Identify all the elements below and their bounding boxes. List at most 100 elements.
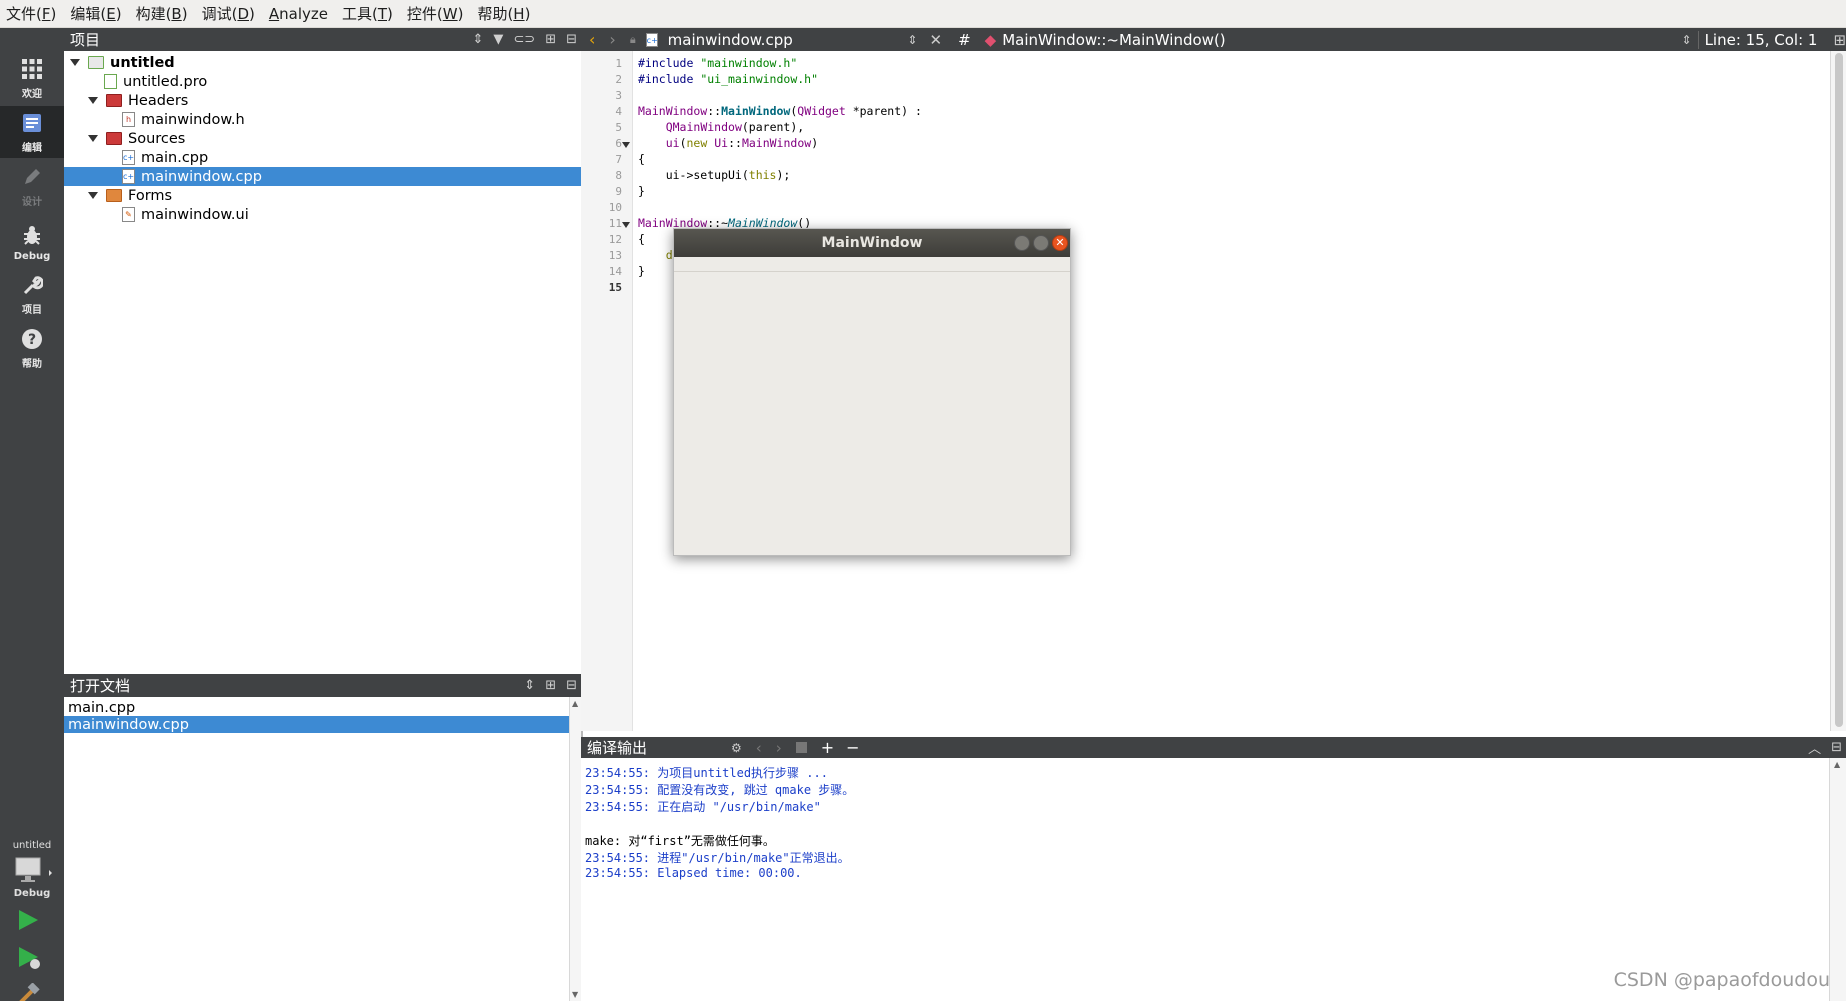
scroll-down-icon[interactable]: ▼ (572, 990, 578, 999)
close-panel-icon[interactable]: ⊟ (566, 32, 577, 47)
nav-back-icon[interactable]: ‹ (756, 739, 762, 757)
editor-scrollbar[interactable] (1830, 51, 1846, 731)
menu-file[interactable]: 文件(F) (6, 3, 56, 24)
project-icon (88, 56, 104, 69)
expand-arrow-icon[interactable] (88, 135, 98, 142)
cpp-file-icon: c+ (122, 169, 135, 184)
split-icon[interactable]: ⊞ (545, 32, 556, 47)
mode-welcome[interactable]: 欢迎 (0, 52, 64, 104)
output-line: 23:54:55: 进程"/usr/bin/make"正常退出。 (585, 851, 850, 865)
line-number-current: 15 (608, 281, 622, 294)
menu-help[interactable]: 帮助(H) (477, 3, 530, 24)
file-dropdown-arrows-icon[interactable]: ⇕ (907, 33, 917, 47)
open-docs-scrollbar[interactable]: ▲ ▼ (569, 697, 581, 1001)
play-icon (16, 908, 40, 936)
mode-debug[interactable]: Debug (0, 214, 64, 266)
zoom-in-icon[interactable]: + (821, 738, 834, 757)
tree-header-file[interactable]: h mainwindow.h (122, 110, 245, 129)
menu-tools[interactable]: 工具(T) (342, 3, 393, 24)
target-selector[interactable] (13, 856, 53, 884)
symbol-icon: ◆ (984, 30, 997, 49)
tree-forms[interactable]: Forms (88, 186, 172, 205)
menu-debug[interactable]: 调试(D) (202, 3, 255, 24)
editor-file-name[interactable]: mainwindow.cpp (668, 31, 908, 49)
expand-arrow-icon[interactable] (70, 59, 80, 66)
mode-edit[interactable]: 编辑 (0, 106, 64, 158)
maximize-panel-icon[interactable]: ︿ (1808, 738, 1821, 757)
maximize-button[interactable] (1033, 235, 1049, 251)
code-line: { (638, 152, 645, 166)
pro-file-icon (104, 74, 117, 89)
editor-scroll-thumb[interactable] (1835, 53, 1843, 727)
compile-output[interactable]: 23:54:55: 为项目untitled执行步骤 ... 23:54:55: … (581, 758, 1829, 1001)
expand-arrow-icon[interactable] (88, 97, 98, 104)
output-settings-icon[interactable]: ⚙ (731, 741, 742, 755)
tree-pro-file[interactable]: untitled.pro (104, 72, 207, 91)
close-panel-icon[interactable]: ⊟ (566, 678, 577, 693)
symbol-dropdown-arrows-icon[interactable]: ⇕ (1682, 33, 1692, 47)
output-line: 23:54:55: Elapsed time: 00:00. (585, 866, 802, 880)
fold-marker-icon[interactable] (622, 222, 630, 228)
zoom-out-icon[interactable]: − (846, 738, 859, 757)
editor-symbol[interactable]: MainWindow::~MainWindow() (1002, 31, 1681, 49)
open-doc-item[interactable]: mainwindow.cpp (64, 716, 569, 733)
nav-back-icon[interactable]: ‹ (589, 30, 595, 49)
mode-design[interactable]: 设计 (0, 160, 64, 212)
cpp-file-icon: c+ (645, 32, 658, 47)
grid-icon (19, 56, 45, 82)
close-button[interactable]: ✕ (1052, 235, 1068, 251)
nav-forward-icon[interactable]: › (609, 30, 615, 49)
cursor-position[interactable]: Line: 15, Col: 1 (1697, 30, 1826, 49)
link-icon[interactable]: ⊂⊃ (513, 32, 535, 47)
tree-root[interactable]: untitled (70, 53, 175, 72)
code-line: #include "mainwindow.h" (638, 56, 798, 70)
line-number: 6 (615, 137, 622, 150)
stop-icon[interactable] (795, 742, 807, 753)
filter-icon[interactable]: ▼ (493, 32, 503, 47)
tree-source-main[interactable]: c+ main.cpp (122, 148, 208, 167)
close-document-icon[interactable]: ✕ (929, 31, 942, 49)
tree-sources[interactable]: Sources (88, 129, 185, 148)
menu-analyze[interactable]: Analyze (269, 5, 328, 23)
split-icon[interactable]: ⊞ (545, 678, 556, 693)
code-line: { (638, 232, 645, 246)
tree-source-mainwindow[interactable]: c+ mainwindow.cpp (64, 167, 581, 186)
scroll-up-icon[interactable]: ▲ (572, 699, 578, 708)
line-number: 9 (615, 185, 622, 198)
run-button[interactable] (16, 908, 40, 936)
mode-design-label: 设计 (22, 197, 42, 208)
open-doc-item[interactable]: main.cpp (64, 699, 569, 716)
line-number: 4 (615, 105, 622, 118)
output-scrollbar[interactable]: ▲ (1829, 758, 1846, 1001)
code-line: d (665, 248, 673, 262)
sort-arrows-icon[interactable]: ⇕ (524, 678, 535, 693)
fold-marker-icon[interactable] (622, 142, 630, 148)
sort-arrows-icon[interactable]: ⇕ (472, 32, 483, 47)
minimize-button[interactable] (1014, 235, 1030, 251)
menu-widgets[interactable]: 控件(W) (407, 3, 464, 24)
tree-headers[interactable]: Headers (88, 91, 188, 110)
split-icon[interactable]: ⊞ (1833, 31, 1846, 49)
build-button[interactable] (16, 982, 42, 1001)
debug-run-button[interactable] (16, 945, 42, 975)
menu-build[interactable]: 构建(B) (136, 3, 188, 24)
output-line: 23:54:55: 为项目untitled执行步骤 ... (585, 766, 828, 780)
popup-titlebar[interactable]: MainWindow ✕ (674, 229, 1070, 257)
editor-toolbar: ‹ › 🔒︎ c+ mainwindow.cpp ⇕ ✕ # ◆ MainWin… (581, 28, 1846, 51)
close-panel-icon[interactable]: ⊟ (1831, 740, 1842, 755)
tree-sources-label: Sources (128, 130, 186, 147)
menu-edit[interactable]: 编辑(E) (70, 3, 121, 24)
tree-header-file-label: mainwindow.h (141, 111, 245, 128)
code-line: MainWindow::MainWindow(QWidget *parent) … (638, 104, 922, 118)
folder-icon (106, 132, 122, 145)
main-window-popup[interactable]: MainWindow ✕ (673, 228, 1071, 556)
editor-hash: # (958, 30, 971, 49)
mode-help[interactable]: ? 帮助 (0, 322, 64, 374)
tree-form-file[interactable]: ✎ mainwindow.ui (122, 205, 249, 224)
mode-debug-label: Debug (13, 251, 51, 262)
nav-forward-icon[interactable]: › (776, 739, 782, 757)
expand-arrow-icon[interactable] (88, 192, 98, 199)
popup-title: MainWindow (821, 235, 923, 251)
scroll-up-icon[interactable]: ▲ (1834, 760, 1840, 769)
mode-projects[interactable]: 项目 (0, 268, 64, 320)
